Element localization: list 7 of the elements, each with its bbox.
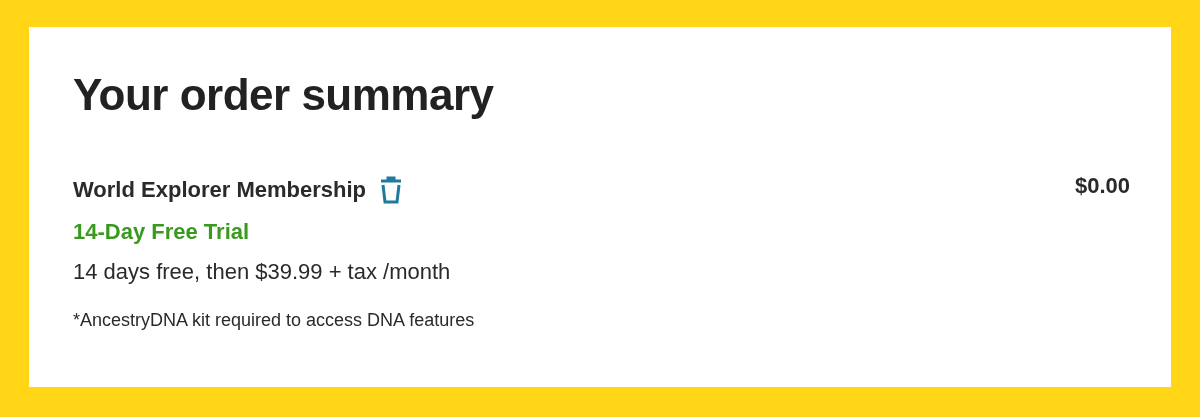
delete-icon[interactable] [378, 175, 404, 205]
trial-label: 14-Day Free Trial [73, 218, 251, 246]
product-name: World Explorer Membership [73, 176, 366, 204]
footnote: *AncestryDNA kit required to access DNA features [73, 309, 475, 332]
price: $0.00 [1074, 172, 1130, 200]
page-title: Your order summary [73, 69, 495, 121]
pricing-terms: 14 days free, then $39.99 + tax /month [73, 258, 452, 286]
